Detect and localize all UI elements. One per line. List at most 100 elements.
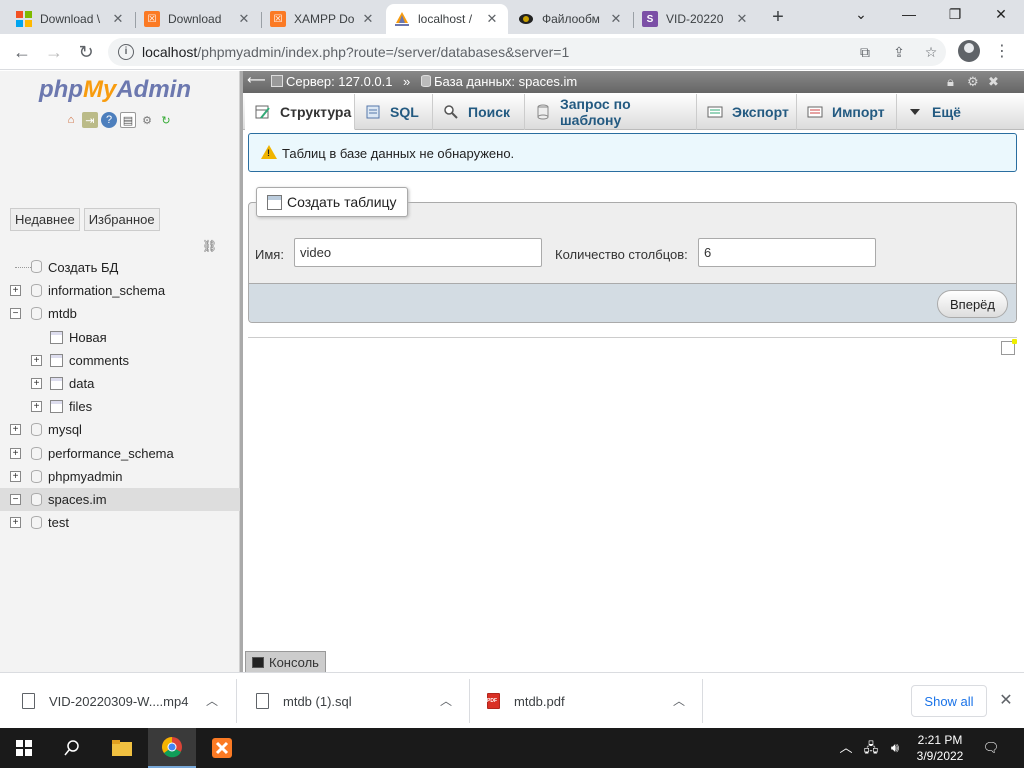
expand-plus-icon[interactable]: +: [10, 424, 21, 436]
link-with-main-panel-icon[interactable]: ⛓: [202, 239, 217, 253]
breadcrumb-separator: »: [403, 74, 411, 89]
collapse-minus-icon[interactable]: −: [10, 493, 21, 505]
help-icon[interactable]: ?: [101, 112, 117, 128]
chrome-icon[interactable]: [148, 728, 196, 768]
new-tab-button[interactable]: +: [766, 6, 790, 30]
notifications-icon[interactable]: 🗨︎: [980, 738, 1002, 758]
tree-item-new-table[interactable]: Новая: [0, 326, 240, 349]
close-window-button[interactable]: ✕: [978, 0, 1024, 30]
browser-tab[interactable]: ☒ Download ✕: [136, 4, 260, 34]
documentation-icon[interactable]: ▤: [120, 112, 136, 128]
chevron-up-icon[interactable]: ︿: [669, 691, 689, 711]
browser-tab[interactable]: S VID-20220 ✕: [634, 4, 758, 34]
collapse-navigation-arrow-icon[interactable]: ⟵: [247, 72, 266, 88]
chevron-up-icon[interactable]: ︿: [202, 691, 222, 711]
tree-item-database[interactable]: + test: [0, 511, 240, 534]
tab-export[interactable]: Экспорт: [697, 94, 797, 130]
tab-sql[interactable]: SQL: [355, 94, 433, 130]
file-explorer-icon[interactable]: [98, 728, 146, 768]
tree-item-database[interactable]: + information_schema: [0, 279, 240, 302]
recent-favorites-tabs: Недавнее Избранное: [10, 208, 160, 231]
phpmyadmin-logo[interactable]: phpMyAdmin: [39, 76, 191, 104]
create-table-legend[interactable]: Создать таблицу: [256, 187, 408, 217]
share-icon[interactable]: ⇪: [890, 43, 908, 61]
breadcrumb-server-link[interactable]: Сервер: 127.0.0.1: [271, 74, 393, 89]
collapse-minus-icon[interactable]: −: [10, 308, 21, 320]
translate-icon[interactable]: ⧉: [856, 43, 874, 61]
site-info-icon[interactable]: i: [118, 44, 134, 60]
breadcrumb-database-link[interactable]: База данных: spaces.im: [421, 74, 577, 89]
show-hidden-icons-chevron[interactable]: ︿: [836, 738, 856, 758]
system-clock[interactable]: 2:21 PM 3/9/2022: [910, 732, 970, 764]
download-item[interactable]: mtdb (1).sql: [256, 673, 352, 729]
tree-item-table[interactable]: + comments: [0, 349, 240, 372]
download-item[interactable]: VID-20220309-W....mp4: [22, 673, 188, 729]
browser-menu-icon[interactable]: ⋮: [990, 40, 1014, 64]
tree-item-create-db[interactable]: Создать БД: [0, 256, 240, 279]
browser-tab-active[interactable]: localhost / ✕: [386, 4, 508, 34]
tab-search-icon[interactable]: ⌄: [838, 0, 884, 30]
chevron-up-icon[interactable]: ︿: [436, 691, 456, 711]
favorite-tables-tab[interactable]: Избранное: [83, 208, 160, 231]
settings-gear-icon[interactable]: ⚙: [967, 74, 979, 90]
lock-icon[interactable]: 🔒︎: [947, 74, 954, 90]
browser-tab[interactable]: Download \ ✕: [8, 4, 134, 34]
address-bar[interactable]: i localhost/phpmyadmin/index.php?route=/…: [108, 38, 946, 66]
profile-avatar-icon[interactable]: [958, 40, 980, 62]
show-all-downloads-button[interactable]: Show all: [911, 685, 987, 717]
tab-structure[interactable]: Структура: [245, 94, 355, 130]
browser-tab[interactable]: Файлообм ✕: [510, 4, 632, 34]
close-tab-icon[interactable]: ✕: [110, 11, 126, 27]
expand-plus-icon[interactable]: +: [31, 401, 42, 413]
close-tab-icon[interactable]: ✕: [734, 11, 750, 27]
tree-item-table[interactable]: + data: [0, 372, 240, 395]
column-count-input[interactable]: [698, 238, 876, 267]
tree-item-table[interactable]: + files: [0, 395, 240, 418]
browser-tab[interactable]: ☒ XAMPP Do ✕: [262, 4, 384, 34]
tree-item-database-selected[interactable]: − spaces.im: [0, 487, 240, 512]
reload-icon[interactable]: ↻: [74, 40, 98, 64]
minimize-button[interactable]: —: [886, 0, 932, 30]
close-tab-icon[interactable]: ✕: [360, 11, 376, 27]
expand-plus-icon[interactable]: +: [31, 377, 42, 389]
expand-plus-icon[interactable]: +: [10, 285, 21, 297]
windows-start-icon[interactable]: [0, 728, 48, 768]
go-button[interactable]: Вперёд: [937, 290, 1008, 318]
expand-plus-icon[interactable]: +: [10, 447, 21, 459]
back-arrow-icon[interactable]: ←: [10, 40, 34, 64]
expand-plus-icon[interactable]: +: [10, 470, 21, 482]
tab-search[interactable]: Поиск: [433, 94, 525, 130]
expand-plus-icon[interactable]: +: [10, 517, 21, 529]
reload-navigation-icon[interactable]: ↻: [158, 112, 174, 128]
table-name-input[interactable]: [294, 238, 542, 267]
console-toggle[interactable]: Консоль: [245, 651, 326, 672]
column-count-label: Количество столбцов:: [555, 247, 688, 262]
close-tab-icon[interactable]: ✕: [236, 11, 252, 27]
logout-icon[interactable]: ⇥: [82, 112, 98, 128]
recent-tables-tab[interactable]: Недавнее: [10, 208, 80, 231]
tree-item-database[interactable]: + performance_schema: [0, 442, 240, 465]
close-tab-icon[interactable]: ✕: [608, 11, 624, 27]
page-settings-icon[interactable]: [1001, 339, 1017, 355]
forward-arrow-icon[interactable]: →: [42, 40, 66, 64]
xampp-control-icon[interactable]: [198, 728, 246, 768]
home-icon[interactable]: ⌂: [63, 112, 79, 128]
tree-item-database[interactable]: + phpmyadmin: [0, 465, 240, 488]
expand-plus-icon[interactable]: +: [31, 354, 42, 366]
close-tab-icon[interactable]: ✕: [484, 11, 500, 27]
search-icon[interactable]: [48, 728, 96, 768]
tab-more[interactable]: Ещё: [897, 94, 971, 130]
url-text: localhost/phpmyadmin/index.php?route=/se…: [142, 44, 570, 60]
close-download-shelf-icon[interactable]: ✕: [996, 689, 1016, 713]
settings-gear-icon[interactable]: ⚙: [139, 112, 155, 128]
download-item[interactable]: mtdb.pdf: [487, 673, 565, 729]
bookmark-star-icon[interactable]: ☆: [922, 43, 940, 61]
tree-item-database-expanded[interactable]: − mtdb: [0, 302, 240, 325]
network-icon[interactable]: 🖧︎: [860, 738, 882, 758]
tab-import[interactable]: Импорт: [797, 94, 897, 130]
tab-query-by-example[interactable]: Запрос по шаблону: [525, 94, 697, 130]
tree-item-database[interactable]: + mysql: [0, 418, 240, 441]
volume-icon[interactable]: 🔊︎: [884, 738, 906, 758]
close-icon[interactable]: ✖: [988, 74, 999, 90]
maximize-button[interactable]: ❐: [932, 0, 978, 30]
